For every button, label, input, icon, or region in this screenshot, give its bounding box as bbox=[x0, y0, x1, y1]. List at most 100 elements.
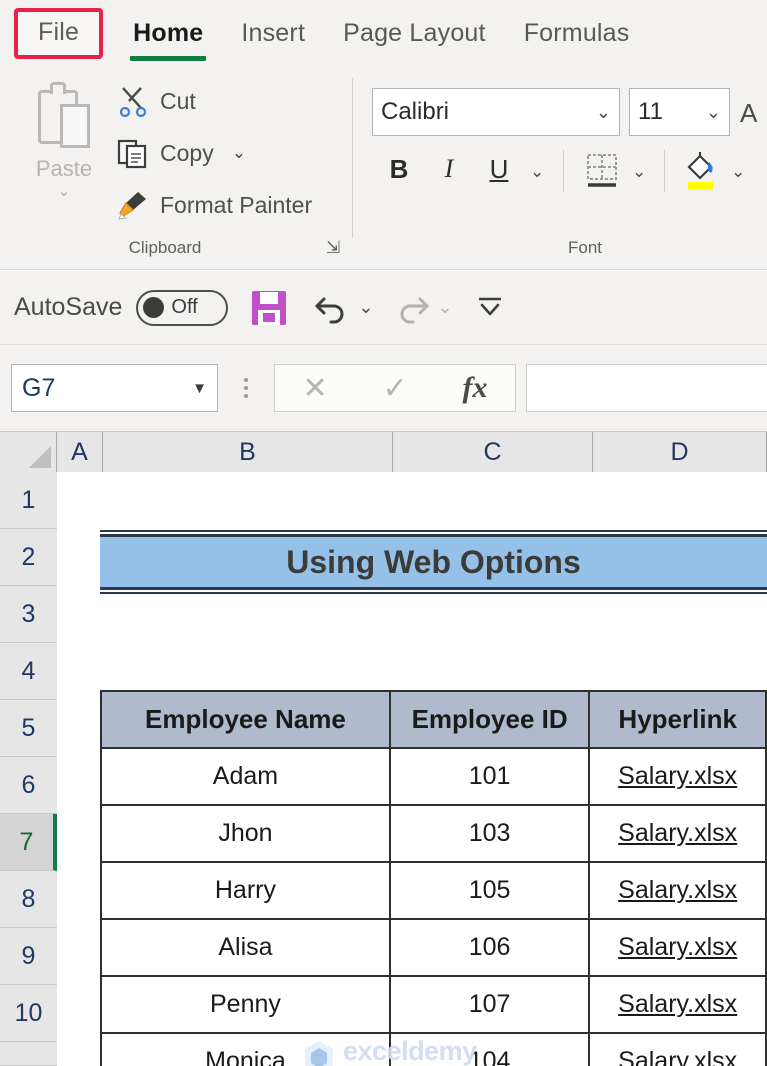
row-header-9[interactable]: 9 bbox=[0, 928, 57, 985]
cancel-icon[interactable]: ✕ bbox=[302, 371, 327, 406]
tab-page-layout[interactable]: Page Layout bbox=[329, 15, 500, 52]
font-name-chevron-down-icon[interactable]: ⌄ bbox=[596, 102, 611, 123]
formula-bar-grip[interactable] bbox=[244, 378, 248, 398]
bold-button[interactable]: B bbox=[382, 154, 416, 185]
increase-font-size-icon[interactable]: A bbox=[740, 98, 757, 129]
paste-button[interactable]: Paste ⌄ bbox=[18, 76, 110, 236]
cell-hyperlink[interactable]: Salary.xlsx bbox=[588, 1032, 767, 1066]
copy-label: Copy bbox=[160, 139, 214, 166]
cell-employee-name[interactable]: Alisa bbox=[100, 918, 391, 977]
cell-employee-name[interactable]: Monica bbox=[100, 1032, 391, 1066]
column-header-c[interactable]: C bbox=[393, 432, 593, 472]
cell-employee-id[interactable]: 101 bbox=[388, 747, 591, 806]
column-header-d[interactable]: D bbox=[593, 432, 767, 472]
cell-employee-id[interactable]: 105 bbox=[388, 861, 591, 920]
clipboard-dialog-launcher-icon[interactable]: ⇲ bbox=[326, 238, 340, 258]
cell-hyperlink[interactable]: Salary.xlsx bbox=[588, 975, 767, 1034]
cell-employee-name[interactable]: Penny bbox=[100, 975, 391, 1034]
row-header-11[interactable] bbox=[0, 1042, 57, 1066]
ribbon-content: Paste ⌄ Cut Copy ⌄ Format Painter Clipbo… bbox=[0, 66, 767, 270]
table-row[interactable]: Jhon 103 Salary.xlsx bbox=[100, 804, 767, 863]
row-header-2[interactable]: 2 bbox=[0, 529, 57, 586]
tab-file[interactable]: File bbox=[14, 7, 104, 59]
cell-employee-id[interactable]: 106 bbox=[388, 918, 591, 977]
row-header-7[interactable]: 7 bbox=[0, 814, 57, 871]
name-box[interactable]: G7 ▼ bbox=[11, 364, 218, 412]
customize-qat-button[interactable] bbox=[473, 288, 507, 327]
formula-bar-buttons: ✕ ✓ fx bbox=[274, 364, 516, 412]
undo-button[interactable] bbox=[312, 285, 352, 330]
cell-employee-name[interactable]: Harry bbox=[100, 861, 391, 920]
table-row[interactable]: Adam 101 Salary.xlsx bbox=[100, 747, 767, 806]
cell-employee-name[interactable]: Adam bbox=[100, 747, 391, 806]
underline-button[interactable]: U bbox=[482, 154, 516, 185]
tab-home[interactable]: Home bbox=[119, 15, 217, 61]
tab-active-underline bbox=[130, 55, 207, 61]
formula-input[interactable] bbox=[526, 364, 767, 412]
table-row[interactable]: Harry 105 Salary.xlsx bbox=[100, 861, 767, 920]
table-row[interactable]: Monica 104 Salary.xlsx bbox=[100, 1032, 767, 1066]
format-painter-label: Format Painter bbox=[160, 191, 313, 218]
table-row[interactable]: Penny 107 Salary.xlsx bbox=[100, 975, 767, 1034]
row-header-column: 1 2 3 4 5 6 7 8 9 10 bbox=[0, 472, 57, 1066]
cell-hyperlink[interactable]: Salary.xlsx bbox=[588, 918, 767, 977]
table-header-employee-id[interactable]: Employee ID bbox=[388, 690, 591, 749]
undo-icon bbox=[315, 297, 344, 324]
fill-color-icon bbox=[687, 152, 713, 190]
banner-top-line bbox=[100, 530, 767, 532]
select-all-corner[interactable] bbox=[0, 432, 57, 472]
cell-employee-id[interactable]: 104 bbox=[388, 1032, 591, 1066]
borders-chevron-down-icon[interactable]: ⌄ bbox=[632, 162, 646, 182]
fill-color-button[interactable] bbox=[681, 150, 721, 197]
row-header-8[interactable]: 8 bbox=[0, 871, 57, 928]
font-name-value: Calibri bbox=[381, 98, 450, 125]
name-box-caret-down-icon[interactable]: ▼ bbox=[192, 380, 207, 397]
cell-employee-name[interactable]: Jhon bbox=[100, 804, 391, 863]
cell-employee-id[interactable]: 103 bbox=[388, 804, 591, 863]
copy-button[interactable]: Copy ⌄ bbox=[116, 136, 246, 170]
sheet-title-banner[interactable]: Using Web Options bbox=[100, 530, 767, 594]
copy-chevron-down-icon[interactable]: ⌄ bbox=[232, 143, 246, 163]
row-header-5[interactable]: 5 bbox=[0, 700, 57, 757]
borders-button[interactable] bbox=[584, 152, 622, 197]
font-name-input[interactable]: Calibri ⌄ bbox=[372, 88, 620, 136]
cell-hyperlink[interactable]: Salary.xlsx bbox=[588, 861, 767, 920]
italic-button[interactable]: I bbox=[432, 154, 466, 184]
underline-chevron-down-icon[interactable]: ⌄ bbox=[530, 162, 544, 182]
cut-button[interactable]: Cut bbox=[116, 84, 196, 118]
column-header-b[interactable]: B bbox=[103, 432, 393, 472]
table-header-hyperlink[interactable]: Hyperlink bbox=[588, 690, 767, 749]
tab-insert[interactable]: Insert bbox=[227, 15, 319, 52]
sheet-title-text: Using Web Options bbox=[286, 543, 581, 580]
tab-home-label: Home bbox=[133, 18, 204, 47]
column-header-a[interactable]: A bbox=[57, 432, 103, 472]
table-row[interactable]: Alisa 106 Salary.xlsx bbox=[100, 918, 767, 977]
font-size-chevron-down-icon[interactable]: ⌄ bbox=[706, 102, 721, 123]
format-painter-button[interactable]: Format Painter bbox=[116, 188, 312, 222]
save-icon[interactable] bbox=[250, 289, 288, 327]
cell-hyperlink[interactable]: Salary.xlsx bbox=[588, 804, 767, 863]
sheet-cells-area[interactable]: Using Web Options Employee Name Employee… bbox=[57, 472, 767, 1066]
fill-color-chevron-down-icon[interactable]: ⌄ bbox=[731, 162, 745, 182]
ribbon-tab-bar: File Home Insert Page Layout Formulas bbox=[0, 0, 767, 66]
row-header-3[interactable]: 3 bbox=[0, 586, 57, 643]
redo-button[interactable] bbox=[392, 285, 432, 330]
borders-icon bbox=[587, 154, 617, 187]
row-header-1[interactable]: 1 bbox=[0, 472, 57, 529]
row-header-10[interactable]: 10 bbox=[0, 985, 57, 1042]
tab-formulas[interactable]: Formulas bbox=[510, 15, 644, 52]
cell-employee-id[interactable]: 107 bbox=[388, 975, 591, 1034]
quick-access-toolbar: AutoSave Off ⌄ ⌄ bbox=[0, 271, 767, 345]
cell-hyperlink[interactable]: Salary.xlsx bbox=[588, 747, 767, 806]
table-header-employee-name[interactable]: Employee Name bbox=[100, 690, 391, 749]
font-size-input[interactable]: 11 ⌄ bbox=[629, 88, 730, 136]
chevron-down-icon[interactable]: ⌄ bbox=[57, 184, 70, 200]
redo-chevron-down-icon[interactable]: ⌄ bbox=[438, 297, 453, 318]
undo-chevron-down-icon[interactable]: ⌄ bbox=[358, 297, 373, 318]
employee-table[interactable]: Employee Name Employee ID Hyperlink Adam… bbox=[100, 690, 767, 1066]
enter-icon[interactable]: ✓ bbox=[383, 371, 408, 406]
autosave-toggle[interactable]: Off bbox=[136, 289, 229, 326]
row-header-4[interactable]: 4 bbox=[0, 643, 57, 700]
fx-icon[interactable]: fx bbox=[463, 371, 488, 405]
row-header-6[interactable]: 6 bbox=[0, 757, 57, 814]
